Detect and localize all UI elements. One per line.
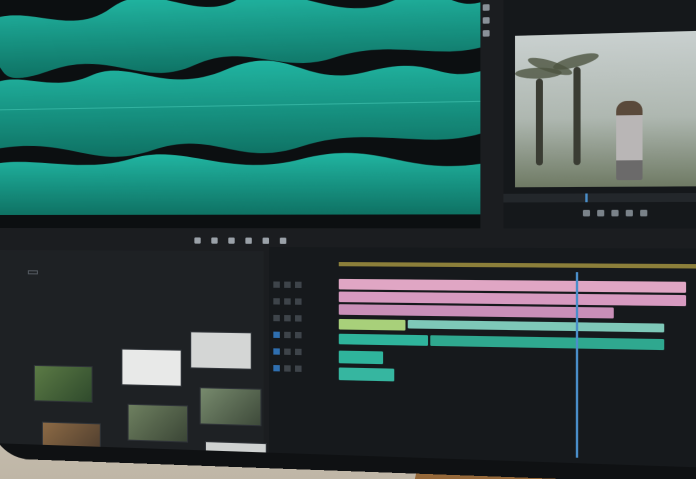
audio-clip[interactable]	[338, 350, 384, 365]
person-figure	[616, 100, 643, 181]
video-editor-screen	[0, 0, 696, 470]
audio-clip[interactable]	[407, 319, 665, 333]
wrench-icon[interactable]	[640, 209, 648, 217]
photo-scene	[0, 0, 696, 479]
track-headers	[273, 278, 336, 452]
palm-tree	[535, 78, 543, 166]
toggle-icon[interactable]	[284, 331, 291, 339]
video-clip[interactable]	[338, 278, 687, 293]
step-forward-icon[interactable]	[625, 209, 633, 217]
insert-icon[interactable]	[262, 237, 270, 244]
track-header	[273, 328, 336, 342]
audio-waveform	[0, 0, 481, 215]
toggle-icon[interactable]	[284, 298, 291, 305]
track-header	[273, 312, 336, 325]
media-thumbnail[interactable]	[204, 441, 267, 470]
audio-clip[interactable]	[338, 367, 395, 382]
eye-icon[interactable]	[295, 298, 302, 305]
track-header	[273, 362, 336, 376]
play-icon[interactable]	[611, 209, 619, 217]
program-monitor[interactable]	[503, 0, 696, 229]
tool-icon[interactable]	[482, 30, 490, 37]
overwrite-icon[interactable]	[279, 237, 287, 244]
play-icon[interactable]	[228, 237, 235, 244]
lock-icon[interactable]	[273, 314, 280, 322]
source-toolstrip	[475, 0, 498, 218]
audio-clip[interactable]	[430, 335, 665, 351]
timeline-playhead[interactable]	[575, 272, 579, 458]
step-back-icon[interactable]	[597, 209, 605, 217]
step-forward-icon[interactable]	[245, 237, 252, 244]
track-header	[273, 278, 336, 291]
tracks-area[interactable]	[337, 270, 696, 468]
track-header	[273, 295, 336, 308]
palm-tree	[573, 66, 581, 166]
media-thumbnail[interactable]	[127, 403, 189, 443]
source-monitor[interactable]	[0, 0, 490, 229]
toggle-icon[interactable]	[284, 281, 291, 288]
target-icon[interactable]	[273, 331, 280, 338]
tool-icon[interactable]	[482, 4, 490, 11]
video-preview-frame	[515, 30, 696, 188]
toggle-icon[interactable]	[284, 315, 291, 322]
mute-icon[interactable]	[295, 348, 302, 356]
sequence-timeline[interactable]	[269, 247, 696, 470]
program-scrubber[interactable]	[503, 192, 696, 203]
marker-icon[interactable]	[194, 237, 201, 244]
curved-monitor	[0, 0, 696, 479]
media-thumbnail[interactable]	[33, 364, 93, 403]
toggle-icon[interactable]	[284, 348, 291, 355]
playhead[interactable]	[585, 193, 588, 203]
lock-icon[interactable]	[273, 281, 280, 288]
work-area-bar[interactable]	[338, 262, 696, 269]
track-header	[273, 345, 336, 359]
toggle-icon[interactable]	[284, 365, 291, 372]
eye-icon[interactable]	[295, 315, 302, 322]
mute-icon[interactable]	[295, 365, 302, 372]
step-back-icon[interactable]	[211, 237, 218, 244]
project-tabs	[0, 270, 38, 275]
tab-active[interactable]	[27, 270, 38, 275]
tool-icon[interactable]	[482, 17, 490, 24]
eye-icon[interactable]	[295, 281, 302, 289]
media-thumbnail[interactable]	[121, 348, 182, 387]
target-icon[interactable]	[273, 348, 280, 355]
audio-clip[interactable]	[338, 333, 429, 346]
program-controls	[503, 206, 696, 219]
media-thumbnail[interactable]	[41, 421, 101, 461]
mute-icon[interactable]	[295, 331, 302, 339]
media-thumbnail[interactable]	[199, 387, 262, 427]
audio-clip[interactable]	[338, 318, 406, 331]
video-clip[interactable]	[338, 304, 614, 319]
lock-icon[interactable]	[273, 298, 280, 305]
project-panel[interactable]	[0, 250, 267, 470]
target-icon[interactable]	[273, 365, 280, 372]
marker-icon[interactable]	[582, 209, 591, 217]
media-thumbnail[interactable]	[190, 331, 252, 370]
